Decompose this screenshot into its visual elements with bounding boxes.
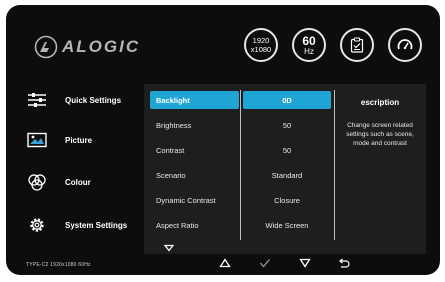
- option-backlight[interactable]: Backlight: [150, 91, 239, 109]
- sidebar-item-label: Quick Settings: [65, 95, 122, 105]
- colour-palette-icon: [26, 171, 48, 193]
- input-info: TYPE-C2 1920x1080 60Hz: [26, 262, 91, 268]
- nav-down-button[interactable]: [298, 256, 312, 270]
- refresh-rate-unit: Hz: [304, 46, 314, 56]
- description-text: Change screen related settings such as s…: [346, 122, 414, 147]
- clipboard-icon: [350, 37, 364, 53]
- sidebar-item-system-settings[interactable]: System Settings: [26, 210, 127, 240]
- logo-text: ALOGIC: [62, 37, 141, 56]
- value-brightness[interactable]: 50: [243, 116, 331, 134]
- resolution-indicator: 1920 x1080: [244, 28, 278, 62]
- speedometer-icon: [397, 39, 413, 50]
- sidebar: Quick Settings Picture Colour System Set…: [6, 83, 144, 261]
- option-brightness[interactable]: Brightness: [150, 116, 239, 134]
- value-scenario[interactable]: Standard: [243, 166, 331, 184]
- sidebar-item-label: Colour: [65, 177, 91, 187]
- resolution-height: x1080: [250, 45, 272, 54]
- value-contrast[interactable]: 50: [243, 141, 331, 159]
- check-icon: [260, 259, 270, 268]
- value-aspect-ratio[interactable]: Wide Screen: [243, 216, 331, 234]
- clipboard-button[interactable]: [340, 28, 374, 62]
- sidebar-item-label: Picture: [65, 135, 93, 145]
- back-icon: [339, 258, 350, 268]
- sidebar-item-picture[interactable]: Picture: [26, 125, 92, 155]
- sidebar-item-label: System Settings: [65, 220, 128, 230]
- nav-confirm-button[interactable]: [258, 256, 272, 270]
- option-dynamic-contrast[interactable]: Dynamic Contrast: [150, 191, 239, 209]
- settings-panel: Backlight Brightness Contrast Scenario D…: [144, 84, 426, 254]
- gear-icon: [26, 214, 48, 236]
- scroll-down-icon[interactable]: [164, 244, 174, 252]
- resolution-width: 1920: [252, 36, 270, 45]
- sidebar-item-colour[interactable]: Colour: [26, 167, 91, 197]
- speed-gauge-button[interactable]: [388, 28, 422, 62]
- value-dynamic-contrast[interactable]: Closure: [243, 191, 331, 209]
- column-divider: [334, 90, 335, 240]
- nav-up-button[interactable]: [218, 256, 232, 270]
- sliders-icon: [26, 89, 48, 111]
- value-backlight[interactable]: 0D: [243, 91, 331, 109]
- column-divider: [240, 90, 241, 240]
- refresh-rate-value: 60: [302, 33, 316, 48]
- down-arrow-icon: [299, 258, 311, 268]
- description-heading: escription: [360, 98, 400, 107]
- option-contrast[interactable]: Contrast: [150, 141, 239, 159]
- option-aspect-ratio[interactable]: Aspect Ratio: [150, 216, 239, 234]
- refresh-rate-indicator: 60 Hz: [292, 28, 326, 62]
- osd-menu: ALOGIC 1920 x1080 60 Hz Quick Settings P…: [6, 5, 440, 275]
- brand-logo: ALOGIC: [34, 35, 140, 59]
- sidebar-item-quick-settings[interactable]: Quick Settings: [26, 85, 121, 115]
- alogic-logo-mark-icon: [34, 35, 58, 59]
- option-scenario[interactable]: Scenario: [150, 166, 239, 184]
- picture-icon: [26, 129, 48, 151]
- up-arrow-icon: [219, 258, 231, 268]
- nav-back-button[interactable]: [337, 256, 351, 270]
